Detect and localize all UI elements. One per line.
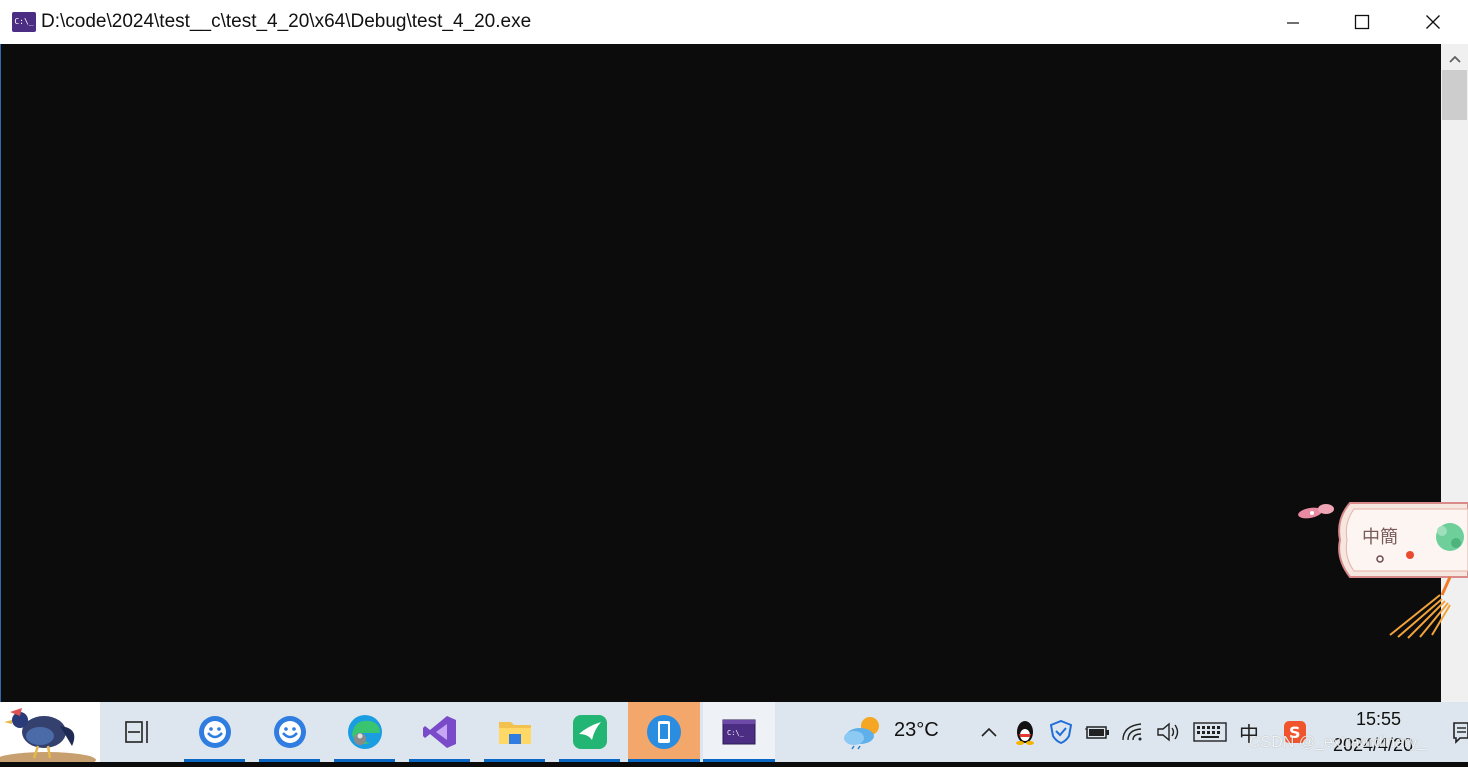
edge-icon — [347, 715, 382, 749]
decorative-ime-widget: 中簡 — [1290, 495, 1468, 645]
clock-time[interactable]: 15:55 — [1356, 709, 1401, 730]
keyboard-icon — [1193, 722, 1227, 742]
tray-network[interactable] — [1118, 702, 1148, 762]
tray-sogou[interactable]: S — [1280, 702, 1310, 762]
face-app-icon — [273, 716, 306, 748]
tray-touch-keyboard[interactable] — [1192, 702, 1228, 762]
show-hidden-icons-button[interactable] — [974, 702, 1004, 762]
volume-icon — [1157, 722, 1179, 742]
tray-volume[interactable] — [1153, 702, 1183, 762]
title-bar[interactable]: C:\_ D:\code\2024\test__c\test_4_20\x64\… — [0, 0, 1468, 44]
face-app-icon — [198, 716, 231, 748]
svg-text:中簡: 中簡 — [1362, 527, 1398, 548]
taskbar-app-phone[interactable] — [628, 702, 700, 762]
maximize-icon — [1354, 14, 1369, 30]
weather-temperature[interactable]: 23°C — [894, 719, 939, 742]
console-icon: C:\_ — [722, 719, 756, 745]
task-view-button[interactable] — [108, 702, 168, 762]
pdf-swift-icon — [572, 715, 607, 749]
maximize-button[interactable] — [1326, 0, 1397, 44]
close-icon — [1425, 15, 1440, 29]
chevron-up-icon — [981, 727, 997, 737]
qq-penguin-icon — [1016, 721, 1034, 745]
cloud-sun-icon — [844, 717, 879, 750]
shield-icon — [1050, 720, 1072, 744]
taskbar-app-face-1[interactable] — [184, 702, 245, 762]
decorative-flower-icon: 中簡 — [1298, 502, 1468, 639]
visual-studio-icon — [422, 716, 456, 748]
console-app-icon: C:\_ — [12, 12, 36, 32]
taskbar-app-face-2[interactable] — [259, 702, 320, 762]
notification-center-button[interactable] — [1452, 720, 1468, 744]
taskbar-app-file-explorer[interactable] — [484, 702, 545, 762]
tray-qq[interactable] — [1010, 702, 1040, 762]
console-output-area[interactable] — [0, 44, 1442, 702]
chevron-up-icon — [1448, 55, 1461, 63]
start-button[interactable] — [0, 702, 100, 767]
taskbar: C:\_ 23°C 中 S 15:55 2024/4/20 CSDN @_ext… — [0, 702, 1468, 767]
taskbar-app-edge[interactable] — [334, 702, 395, 762]
folder-icon — [498, 722, 531, 744]
minimize-icon — [1286, 22, 1299, 24]
scroll-thumb[interactable] — [1442, 70, 1467, 120]
tray-battery[interactable] — [1082, 702, 1112, 762]
minimize-button[interactable] — [1257, 0, 1328, 44]
csdn-watermark: CSDN @_extraordinary_ — [1249, 734, 1427, 751]
tray-security[interactable] — [1046, 702, 1076, 762]
wifi-icon — [1122, 723, 1142, 741]
bird-avatar-icon — [0, 708, 96, 767]
svg-text:C:\_: C:\_ — [727, 729, 745, 737]
weather-widget[interactable] — [840, 702, 886, 762]
taskbar-app-pdf[interactable] — [559, 702, 620, 762]
taskbar-app-visual-studio[interactable] — [409, 702, 470, 762]
taskbar-app-console[interactable]: C:\_ — [703, 702, 775, 762]
phone-icon — [647, 715, 681, 749]
battery-icon — [1085, 726, 1109, 739]
close-button[interactable] — [1397, 0, 1468, 44]
task-view-icon — [125, 721, 148, 743]
notification-icon — [1453, 722, 1468, 744]
window-title: D:\code\2024\test__c\test_4_20\x64\Debug… — [41, 11, 532, 32]
